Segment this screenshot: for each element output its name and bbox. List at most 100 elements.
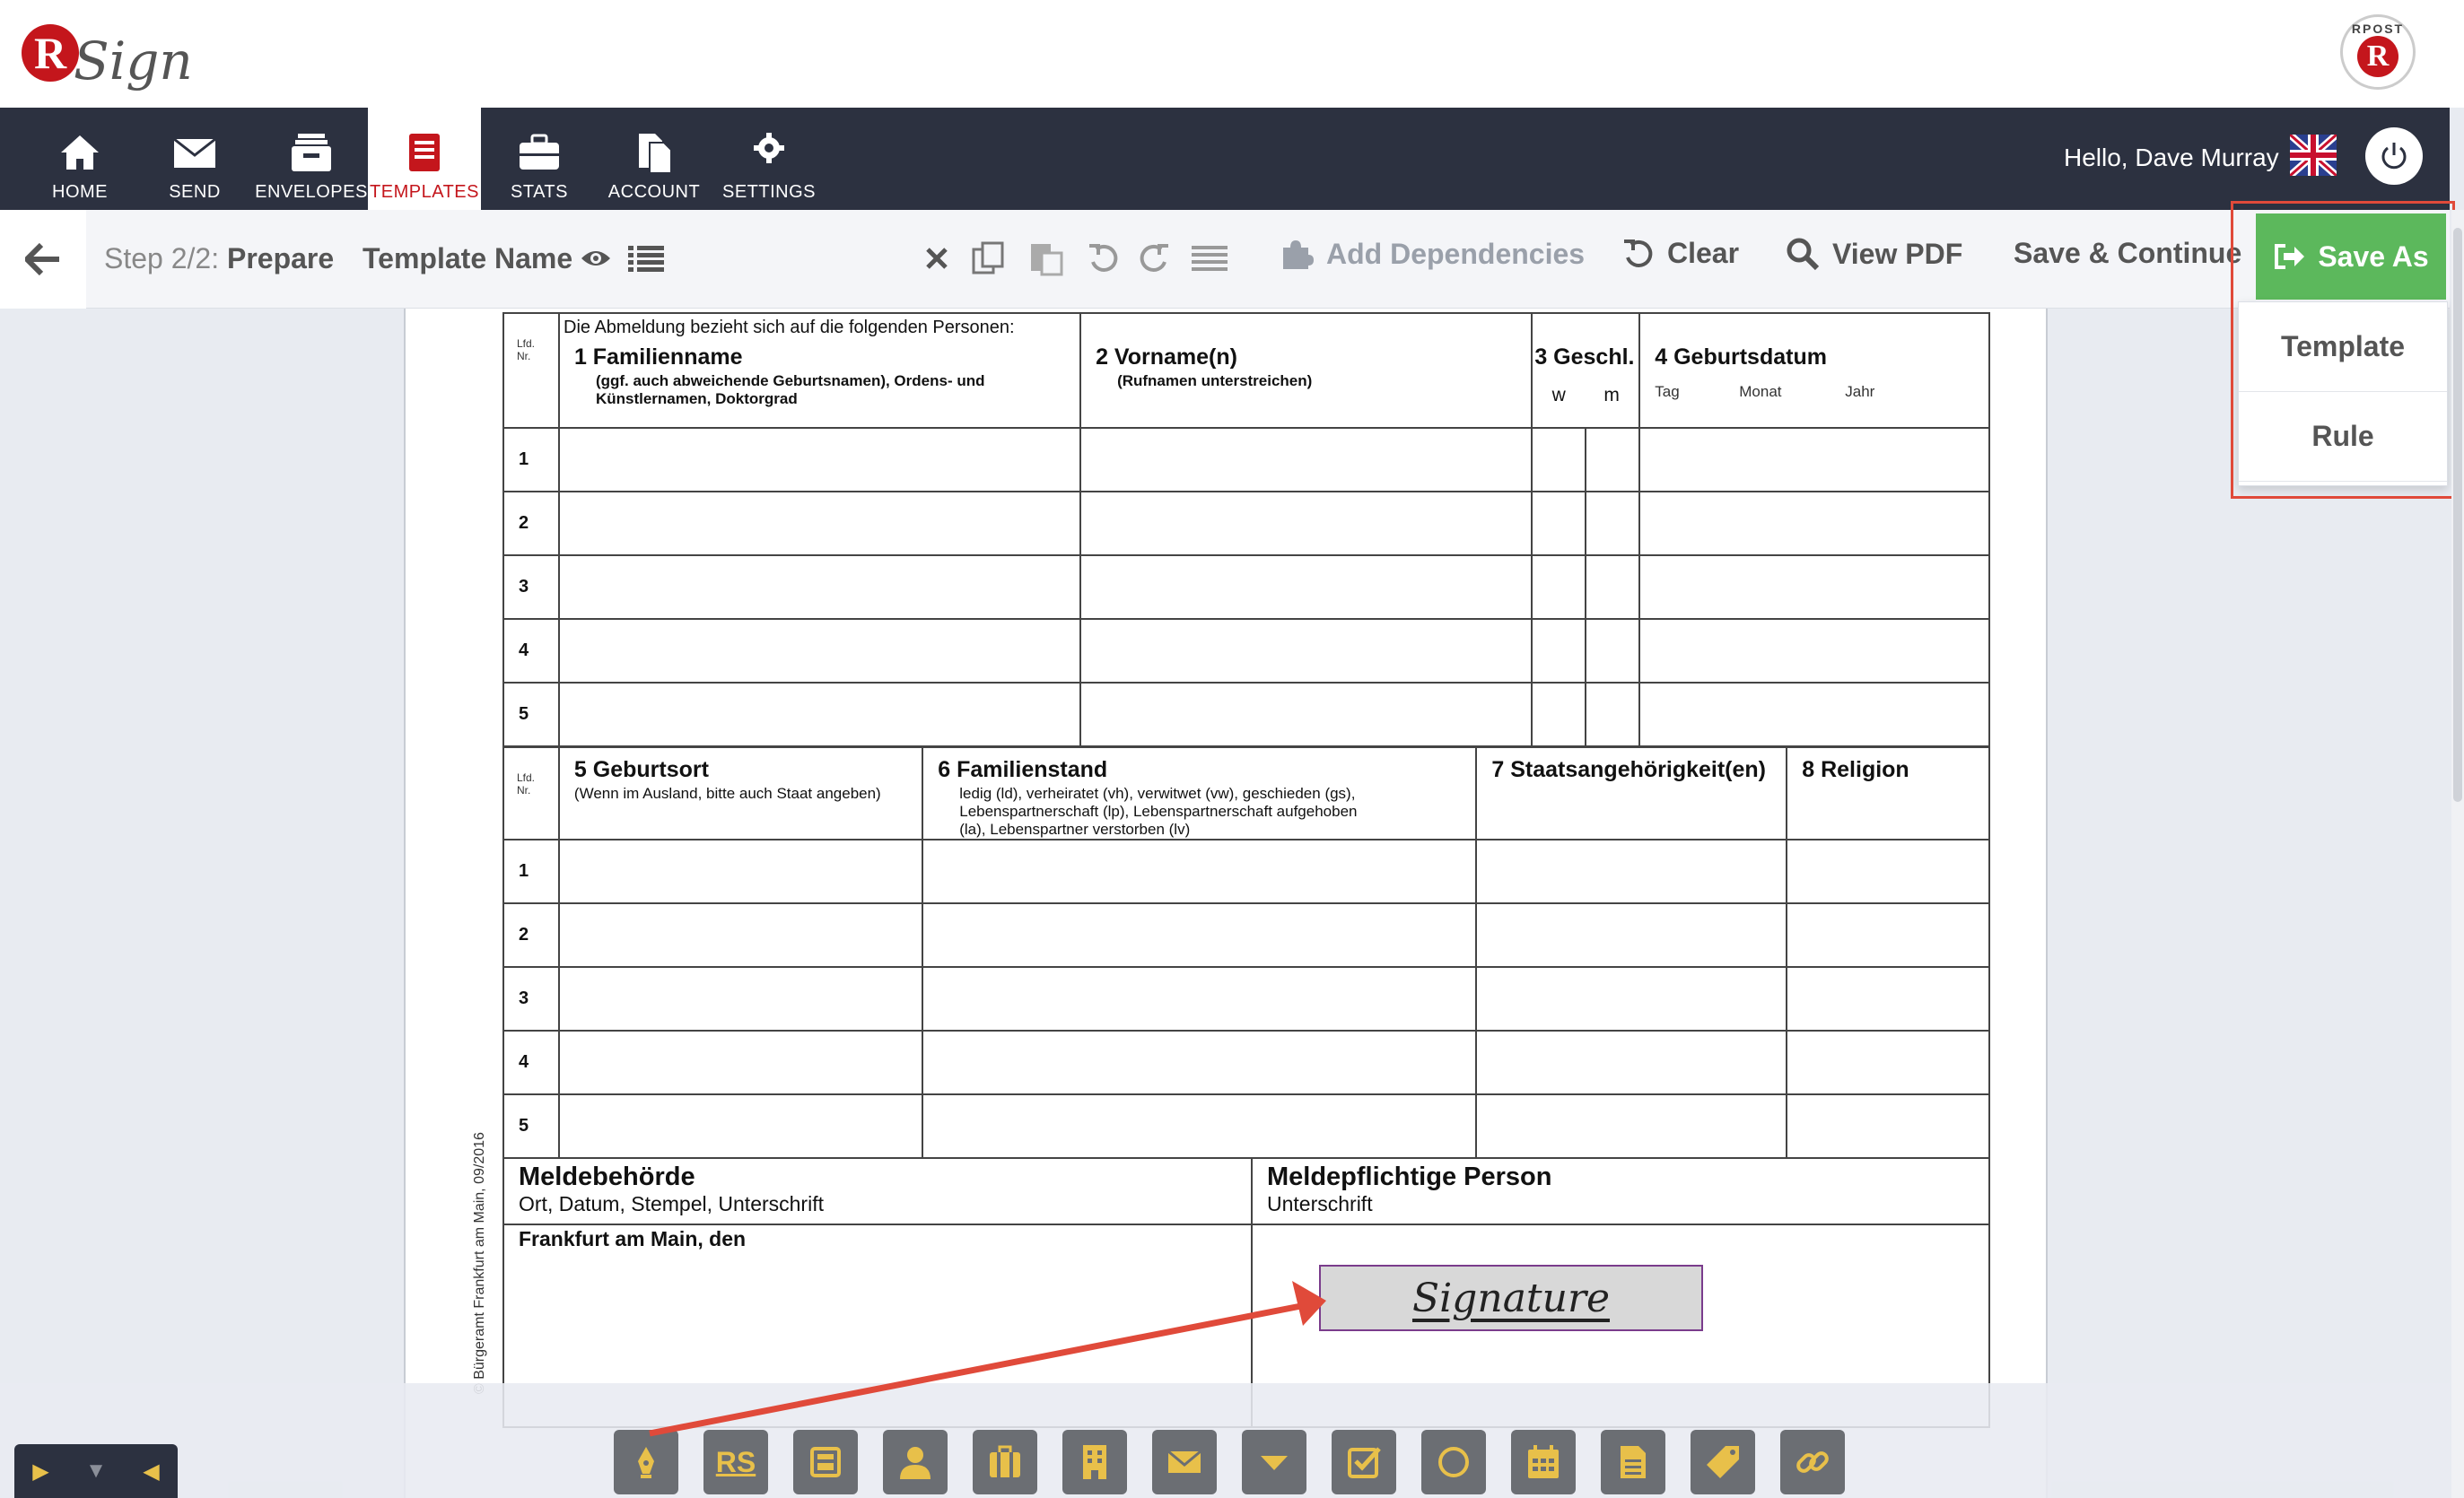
persons-table-2: Lfd. Nr. 5 Geburtsort (Wenn im Ausland, b… <box>502 746 1990 1159</box>
meldepflichtige-title: Meldepflichtige Person <box>1267 1163 1552 1191</box>
nav-envelopes-label: ENVELOPES <box>255 182 368 202</box>
geburtsort-header: 5 Geburtsort (Wenn im Ausland, bitte auc… <box>557 746 924 840</box>
gender-m: m <box>1603 385 1620 405</box>
arrow-left-icon <box>25 243 59 275</box>
nav-templates-label: TEMPLATES <box>370 182 479 202</box>
persons-table-1: Lfd. Nr. 1 Familienname (ggf. auch abweic… <box>502 312 1990 747</box>
nav-account-label: ACCOUNT <box>607 182 701 202</box>
redo-button[interactable] <box>1131 235 1177 282</box>
list-button[interactable] <box>623 235 669 282</box>
template-name-label: Template Name <box>363 242 573 274</box>
table-row: 4 <box>502 618 1990 684</box>
copyright-note: © Bürgeramt Frankfurt am Main, 09/2016 <box>472 1132 487 1394</box>
account-icon <box>639 134 672 174</box>
paste-button[interactable] <box>1023 235 1070 282</box>
table-row: 2 <box>502 491 1990 556</box>
radio-field-tool[interactable] <box>1421 1430 1486 1494</box>
label-field-tool[interactable] <box>1691 1430 1755 1494</box>
signature-field[interactable]: Signature <box>1319 1265 1703 1331</box>
title-field-tool[interactable] <box>973 1430 1037 1494</box>
nav-account[interactable]: ACCOUNT <box>598 108 711 210</box>
step-toolbar: Step 2/2: Prepare Template Name Add Depe… <box>0 210 2450 309</box>
back-button[interactable] <box>0 210 86 309</box>
row-number: 2 <box>502 491 560 556</box>
add-dependencies-button[interactable]: Add Dependencies <box>1280 237 1585 271</box>
save-as-button[interactable]: Save As <box>2256 213 2446 300</box>
meldebehoerde-title: Meldebehörde <box>519 1163 695 1191</box>
save-continue-button[interactable]: Save & Continue <box>2014 237 2241 270</box>
ort-datum-text: Frankfurt am Main, den <box>519 1227 747 1250</box>
col-title: 1 Familienname <box>573 344 743 370</box>
nav-home-label: HOME <box>52 182 108 202</box>
align-button[interactable] <box>1186 235 1233 282</box>
email-field-tool[interactable] <box>1152 1430 1217 1494</box>
chevron-down-icon[interactable]: ▼ <box>85 1459 107 1484</box>
text-field-tool[interactable] <box>1601 1430 1665 1494</box>
table-row: 4 <box>502 1030 1990 1095</box>
table-row: 1 <box>502 839 1990 904</box>
dropdown-field-tool[interactable] <box>1242 1430 1306 1494</box>
checkbox-field-tool[interactable] <box>1332 1430 1396 1494</box>
view-pdf-button[interactable]: View PDF <box>1786 237 1962 271</box>
date-field-tool[interactable] <box>1511 1430 1576 1494</box>
religion-header: 8 Religion <box>1786 746 1990 840</box>
copy-icon <box>972 241 1004 274</box>
signature-field-tool[interactable] <box>614 1430 678 1494</box>
search-icon <box>1787 238 1820 271</box>
col-title: 4 Geburtsdatum <box>1655 344 1827 370</box>
rsign-logo[interactable]: R Sign <box>22 13 193 93</box>
nav-home[interactable]: HOME <box>23 108 136 210</box>
scrollbar-thumb[interactable] <box>2453 228 2462 802</box>
play-icon[interactable]: ▶ <box>32 1459 48 1485</box>
signature-pen-icon <box>638 1447 654 1478</box>
clear-label: Clear <box>1667 237 1740 269</box>
lfd-nr-header: Lfd. Nr. <box>502 746 560 840</box>
delete-button[interactable] <box>913 235 960 282</box>
document-canvas[interactable]: Die Abmeldung bezieht sich auf die folge… <box>404 309 2048 1498</box>
row-number: 2 <box>502 902 560 968</box>
preview-button[interactable] <box>572 235 619 282</box>
row-number: 5 <box>502 682 560 747</box>
nav-envelopes[interactable]: ENVELOPES <box>255 108 368 210</box>
uk-flag-icon[interactable] <box>2290 135 2337 176</box>
nav-stats[interactable]: STATS <box>483 108 596 210</box>
company-field-tool[interactable] <box>1062 1430 1127 1494</box>
col-title: 5 Geburtsort <box>573 757 709 782</box>
hyperlink-field-tool[interactable] <box>1780 1430 1845 1494</box>
row-number: 1 <box>502 839 560 904</box>
copy-button[interactable] <box>966 235 1012 282</box>
gender-w: w <box>1551 385 1566 405</box>
template-name[interactable]: Template Name <box>363 242 572 275</box>
logout-button[interactable] <box>2365 127 2423 185</box>
puzzle-icon <box>1283 240 1314 269</box>
save-as-label: Save As <box>2318 240 2429 273</box>
name-field-tool[interactable] <box>883 1430 948 1494</box>
day-label: Tag <box>1655 383 1680 400</box>
stamp-icon <box>810 1447 841 1477</box>
stamp-field-tool[interactable] <box>793 1430 858 1494</box>
field-palette <box>0 1383 2450 1498</box>
nav-templates[interactable]: TEMPLATES <box>368 108 481 210</box>
undo-button[interactable] <box>1080 235 1127 282</box>
clear-button[interactable]: Clear <box>1622 237 1739 270</box>
rpost-logo-mark: R <box>2357 36 2398 77</box>
save-as-template-item[interactable]: Template <box>2239 302 2447 392</box>
hyperlink-icon <box>1796 1451 1829 1473</box>
save-continue-label: Save & Continue <box>2014 237 2242 269</box>
nav-send[interactable]: SEND <box>138 108 251 210</box>
staatsangehoerigkeit-header: 7 Staatsangehörigkeit(en) <box>1475 746 1788 840</box>
scrollbar[interactable] <box>2451 210 2464 1498</box>
row-number: 3 <box>502 554 560 620</box>
nav-settings-label: SETTINGS <box>721 182 816 202</box>
col-subtitle: ledig (ld), verheiratet (vh), verwitwet … <box>959 785 1358 838</box>
reset-icon <box>1624 239 1653 267</box>
nav-settings[interactable]: SETTINGS <box>712 108 826 210</box>
save-as-rule-item[interactable]: Rule <box>2239 392 2447 482</box>
step-indicator: Step 2/2: Prepare <box>104 242 334 275</box>
play-back-icon[interactable]: ◀ <box>143 1459 159 1485</box>
lfd-label: Lfd. <box>517 337 536 350</box>
greeting-text: Hello, <box>2064 144 2128 171</box>
sign-out-icon <box>2275 244 2305 269</box>
vorname-header: 2 Vorname(n) (Rufnamen unterstreichen) <box>1079 312 1533 429</box>
initials-field-tool[interactable]: RS <box>703 1430 768 1494</box>
